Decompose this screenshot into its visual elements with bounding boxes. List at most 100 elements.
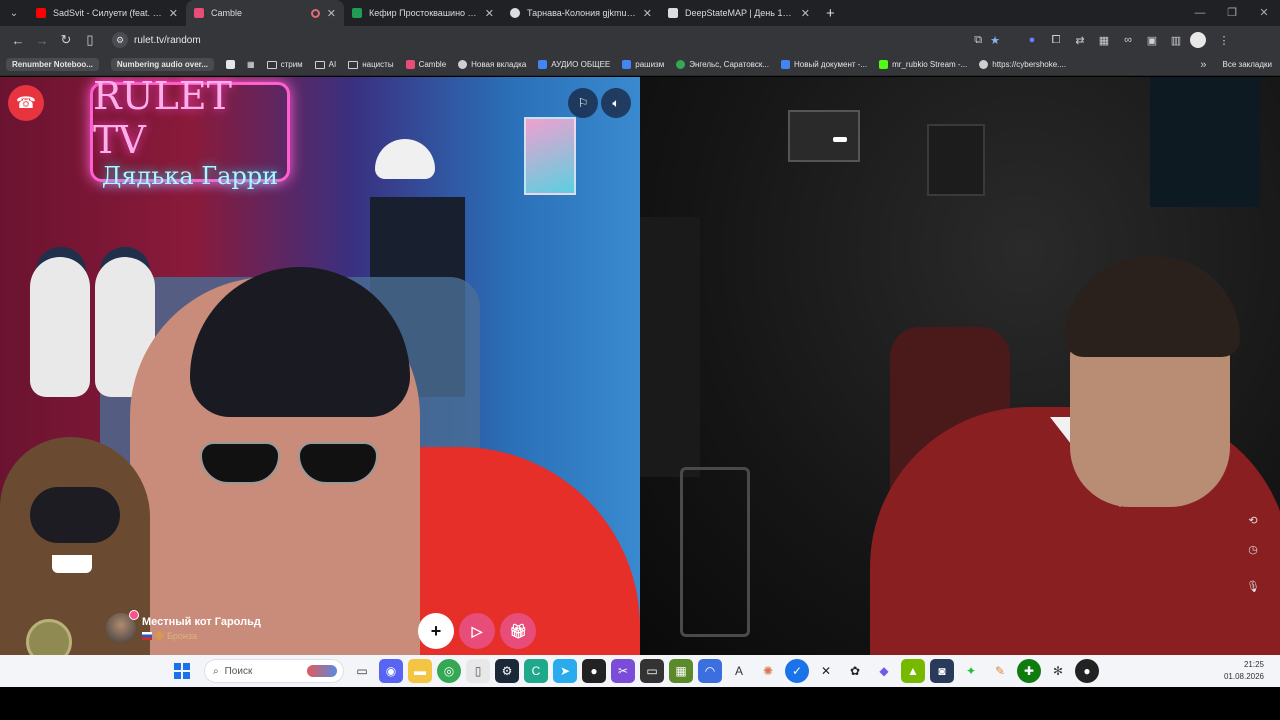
bookmark-label: рашизм bbox=[635, 60, 665, 69]
omnibox-actions: ⧉ ★ bbox=[974, 34, 1008, 47]
chrome-icon[interactable]: ◎ bbox=[437, 659, 461, 683]
tab-search-chevron-icon[interactable]: ⌄ bbox=[0, 0, 28, 26]
gift-button[interactable]: 🎁︎ bbox=[500, 613, 536, 649]
sidepanel-icon[interactable]: ▯ bbox=[78, 28, 102, 52]
tab-close-icon[interactable]: ✕ bbox=[801, 7, 810, 20]
hangup-button[interactable]: ☎ bbox=[8, 85, 44, 121]
menu-kebab-icon[interactable]: ⋮ bbox=[1214, 30, 1234, 50]
app-arc-icon[interactable]: ◠ bbox=[698, 659, 722, 683]
razer-icon[interactable]: ✦ bbox=[959, 659, 983, 683]
search-placeholder: Поиск bbox=[224, 665, 253, 677]
all-bookmarks[interactable]: Все закладки bbox=[1219, 60, 1280, 69]
windows-start-icon[interactable] bbox=[174, 663, 190, 679]
sound-button[interactable]: 🔈︎ bbox=[601, 88, 631, 118]
vpn-extension-icon[interactable]: ● bbox=[1022, 30, 1042, 50]
bookmark-renumber[interactable]: Renumber Noteboo... bbox=[6, 58, 99, 71]
task-view-icon[interactable]: ▭ bbox=[350, 659, 374, 683]
youtube-icon bbox=[36, 8, 46, 18]
app-notification-icon[interactable]: ● bbox=[1075, 659, 1099, 683]
minimize-icon[interactable]: — bbox=[1184, 0, 1216, 26]
xbox-icon[interactable]: ✚ bbox=[1017, 659, 1041, 683]
app-paint-icon[interactable]: ✎ bbox=[988, 659, 1012, 683]
minecraft-icon[interactable]: ▦ bbox=[669, 659, 693, 683]
snipping-icon[interactable]: ✂ bbox=[611, 659, 635, 683]
nvidia-icon[interactable]: ▲ bbox=[901, 659, 925, 683]
next-partner-button[interactable]: ▷ bbox=[459, 613, 495, 649]
app-a-icon[interactable]: A bbox=[727, 659, 751, 683]
user-rank: Бронза bbox=[167, 630, 198, 641]
forward-arrow-icon[interactable]: → bbox=[30, 28, 54, 52]
tab-deepstate[interactable]: DeepStateMAP | День 1620 | М ✕ bbox=[660, 0, 818, 26]
plush-toy bbox=[30, 257, 90, 397]
capcut-icon[interactable]: ✕ bbox=[814, 659, 838, 683]
openai-icon[interactable]: ✿ bbox=[843, 659, 867, 683]
app-photo-icon[interactable]: ◙ bbox=[930, 659, 954, 683]
steam-icon[interactable]: ⚙ bbox=[495, 659, 519, 683]
apps-grid-icon[interactable]: ▦ bbox=[247, 60, 255, 69]
app-gem-icon[interactable]: ◆ bbox=[872, 659, 896, 683]
discord-icon[interactable]: ◉ bbox=[379, 659, 403, 683]
reload-icon[interactable]: ↻ bbox=[54, 28, 78, 52]
bookmark-cybershoke[interactable]: https://cybershoke.... bbox=[979, 60, 1066, 69]
tab-close-icon[interactable]: ✕ bbox=[485, 7, 494, 20]
microphone-icon[interactable]: 🎙︎ bbox=[1244, 577, 1262, 595]
terminal-icon[interactable]: ▭ bbox=[640, 659, 664, 683]
file-explorer-icon[interactable]: ▬ bbox=[408, 659, 432, 683]
telegram-icon[interactable]: ➤ bbox=[553, 659, 577, 683]
address-bar[interactable]: ⚙ rulet.tv/random ⧉ ★ bbox=[108, 29, 1008, 51]
bookmark-numbering[interactable]: Numbering audio over... bbox=[110, 58, 215, 71]
speaker-icon: 🔈︎ bbox=[612, 95, 620, 110]
bookmark-rashizm[interactable]: рашизм bbox=[622, 60, 664, 69]
extensions-puzzle-icon[interactable]: ⧠ bbox=[1046, 30, 1066, 50]
partner-video: RULET TV Дядька Гарри ☎ ⚐ 🔈︎ Местный кот… bbox=[0, 77, 640, 655]
bookmark-new-doc[interactable]: Новый документ -... bbox=[780, 60, 867, 69]
taskbar-apps: ▭ ◉ ▬ ◎ ▯ ⚙ C ➤ ● ✂ ▭ ▦ ◠ A ✺ ✓ ✕ ✿ ◆ ▲ … bbox=[350, 659, 1099, 683]
bookmark-folder-nazis[interactable]: нацисты bbox=[348, 60, 394, 69]
switch-camera-icon[interactable]: ⟲ bbox=[1244, 511, 1262, 529]
close-window-icon[interactable]: ✕ bbox=[1248, 0, 1280, 26]
tab-kefir[interactable]: Кефир Простоквашино 2,5%, 930 г ✕ bbox=[344, 0, 502, 26]
tab-camble[interactable]: Camble ✕ bbox=[186, 0, 344, 26]
bookmark-folder-ai[interactable]: AI bbox=[314, 60, 336, 69]
avatar[interactable] bbox=[106, 610, 139, 643]
report-flag-button[interactable]: ⚐ bbox=[568, 88, 598, 118]
system-clock[interactable]: 21:25 01.08.2026 bbox=[1224, 659, 1280, 683]
profile-avatar[interactable] bbox=[1190, 32, 1206, 48]
claude-icon[interactable]: ✺ bbox=[756, 659, 780, 683]
tab-close-icon[interactable]: ✕ bbox=[327, 7, 336, 20]
app-check-icon[interactable]: ✓ bbox=[785, 659, 809, 683]
tab-close-icon[interactable]: ✕ bbox=[643, 7, 652, 20]
maps-icon bbox=[676, 60, 686, 69]
add-friend-button[interactable]: + bbox=[418, 613, 454, 649]
bookmark-folder-stream[interactable]: стрим bbox=[266, 60, 303, 69]
obs-icon[interactable]: ● bbox=[582, 659, 606, 683]
bookmark-star-icon[interactable]: ★ bbox=[990, 34, 1000, 47]
bookmarks-overflow-icon[interactable]: » bbox=[1200, 59, 1206, 71]
bookmark-new-tab[interactable]: Новая вкладка bbox=[458, 60, 526, 69]
link-icon[interactable]: ∞ bbox=[1118, 30, 1138, 50]
bookmark-kick[interactable]: mr_rubkio Stream -... bbox=[879, 60, 967, 69]
bookmark-camble[interactable]: Camble bbox=[405, 60, 446, 69]
bookmark-audio[interactable]: АУДИО ОБЩЕЕ bbox=[538, 60, 610, 69]
restore-icon[interactable]: ❐ bbox=[1216, 0, 1248, 26]
partner-userbar[interactable]: Местный кот Гарольд Бронза bbox=[106, 610, 261, 643]
translate-icon[interactable]: ⇄ bbox=[1070, 30, 1090, 50]
site-info-icon[interactable]: ⚙ bbox=[112, 32, 128, 48]
tab-search-icon[interactable]: ▣ bbox=[1142, 30, 1162, 50]
grid-extension-icon[interactable]: ▦ bbox=[1094, 30, 1114, 50]
bookmark-engels[interactable]: Энгельс, Саратовск... bbox=[676, 60, 769, 69]
bookmark-square[interactable] bbox=[226, 60, 236, 69]
tab-tarnava[interactable]: Тарнава-Колония gjkmuf - Поиск ✕ bbox=[502, 0, 660, 26]
timer-icon[interactable]: ◷ bbox=[1244, 540, 1262, 558]
tab-sadsvit[interactable]: SadSvit - Силуети (feat. СТРУКТУРА) ✕ bbox=[28, 0, 186, 26]
side-panel-icon[interactable]: ▥ bbox=[1166, 30, 1186, 50]
url-text[interactable]: rulet.tv/random bbox=[134, 35, 201, 46]
notepad-icon[interactable]: ▯ bbox=[466, 659, 490, 683]
taskbar-search[interactable]: ⌕ Поиск bbox=[204, 659, 344, 683]
app-settings-icon[interactable]: ✻ bbox=[1046, 659, 1070, 683]
install-app-icon[interactable]: ⧉ bbox=[974, 34, 982, 47]
new-tab-button[interactable]: + bbox=[818, 5, 843, 22]
tab-close-icon[interactable]: ✕ bbox=[169, 7, 178, 20]
app-c-icon[interactable]: C bbox=[524, 659, 548, 683]
back-arrow-icon[interactable]: ← bbox=[6, 28, 30, 52]
